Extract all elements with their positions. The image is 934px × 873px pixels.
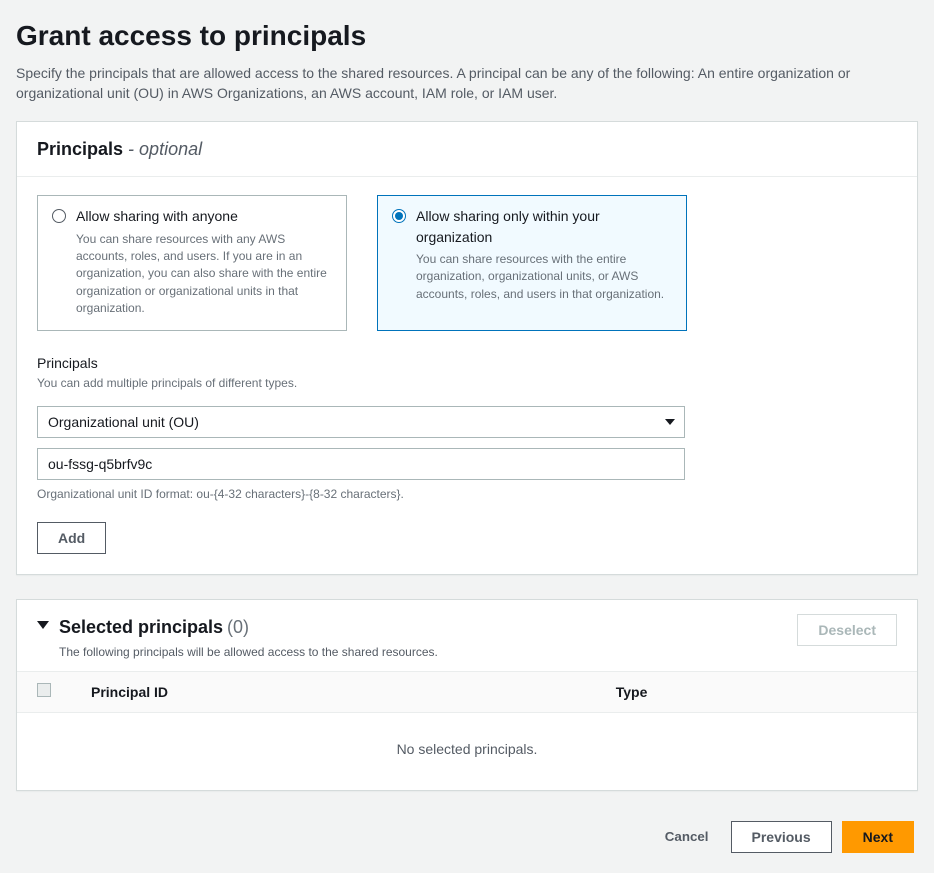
col-principal-id: Principal ID — [71, 672, 596, 713]
selected-principals-subtitle: The following principals will be allowed… — [59, 644, 438, 661]
radio-icon — [392, 209, 406, 223]
expand-caret-icon[interactable] — [37, 621, 49, 629]
chevron-down-icon — [665, 419, 675, 425]
selected-principals-count: (0) — [227, 617, 249, 637]
selected-principals-table: Principal ID Type No selected principals… — [17, 671, 917, 790]
principals-panel-header: Principals - optional — [17, 122, 917, 177]
principals-panel: Principals - optional Allow sharing with… — [16, 121, 918, 574]
principals-field-help: You can add multiple principals of diffe… — [37, 375, 897, 392]
footer-actions: Cancel Previous Next — [16, 815, 918, 853]
principal-id-format-hint: Organizational unit ID format: ou-{4-32 … — [37, 486, 897, 503]
select-all-checkbox[interactable] — [37, 683, 51, 697]
selected-principals-panel: Selected principals (0) The following pr… — [16, 599, 918, 791]
sharing-option-anyone-label: Allow sharing with anyone — [76, 206, 238, 226]
selected-principals-empty: No selected principals. — [17, 713, 917, 790]
principals-field-label: Principals — [37, 353, 897, 373]
page-description: Specify the principals that are allowed … — [16, 63, 896, 104]
sharing-option-org-only-desc: You can share resources with the entire … — [416, 251, 672, 303]
col-type: Type — [596, 672, 917, 713]
sharing-option-org-only-label: Allow sharing only within your organizat… — [416, 206, 672, 247]
add-button[interactable]: Add — [37, 522, 106, 554]
sharing-option-org-only[interactable]: Allow sharing only within your organizat… — [377, 195, 687, 330]
sharing-option-anyone[interactable]: Allow sharing with anyone You can share … — [37, 195, 347, 330]
page-title: Grant access to principals — [16, 16, 918, 57]
principal-type-select[interactable]: Organizational unit (OU) — [37, 406, 685, 438]
principals-panel-title: Principals — [37, 139, 123, 159]
selected-principals-title: Selected principals — [59, 617, 223, 637]
radio-icon — [52, 209, 66, 223]
cancel-button[interactable]: Cancel — [653, 821, 721, 853]
principal-id-input[interactable] — [37, 448, 685, 480]
principals-panel-optional: optional — [139, 139, 202, 159]
next-button[interactable]: Next — [842, 821, 914, 853]
sharing-option-anyone-desc: You can share resources with any AWS acc… — [76, 231, 332, 318]
deselect-button[interactable]: Deselect — [797, 614, 897, 646]
previous-button[interactable]: Previous — [731, 821, 832, 853]
principals-panel-dash: - — [123, 139, 139, 159]
